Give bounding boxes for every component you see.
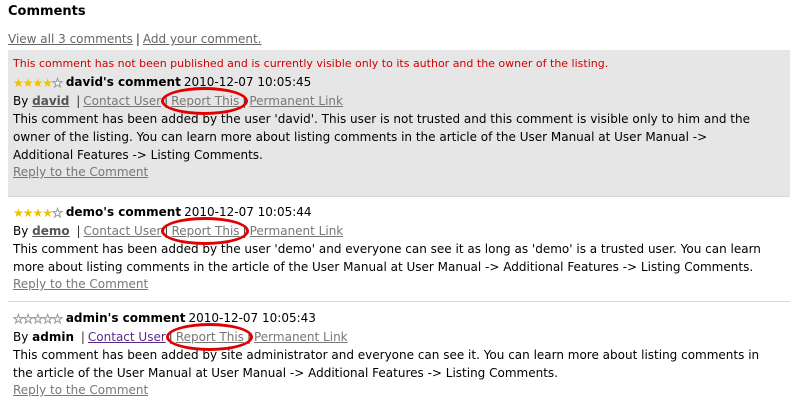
report-this-link[interactable]: Report This — [171, 224, 239, 238]
comment-title: david's comment — [65, 75, 181, 89]
comment-item: ★★★★★ admin's comment 2010-12-07 10:05:43 … — [8, 306, 790, 408]
star-empty-icon: ★ — [22, 311, 34, 326]
author-link[interactable]: david — [32, 94, 69, 108]
by-label: By — [13, 224, 29, 238]
star-empty-icon: ★ — [52, 311, 64, 326]
contact-user-link[interactable]: Contact User — [88, 330, 166, 344]
comment-body: This comment has been added by site admi… — [13, 348, 760, 380]
contact-user-link[interactable]: Contact User — [84, 224, 162, 238]
view-all-comments-link[interactable]: View all 3 comments — [8, 32, 133, 46]
star-filled-icon: ★ — [13, 205, 24, 220]
rating-stars: ★★★★★ — [13, 73, 64, 93]
comment-date: 2010-12-07 10:05:44 — [184, 205, 312, 219]
star-empty-icon: ★ — [32, 311, 44, 326]
by-label: By — [13, 330, 29, 344]
separator: | — [168, 330, 173, 344]
star-empty-icon: ★ — [52, 75, 64, 90]
unpublished-notice: This comment has not been published and … — [13, 57, 609, 70]
comment-item: ★★★★★ demo's comment 2010-12-07 10:05:44 B… — [8, 199, 790, 302]
comment-body: This comment has been added by the user … — [13, 112, 750, 162]
permanent-link[interactable]: Permanent Link — [249, 94, 343, 108]
star-filled-icon: ★ — [32, 75, 44, 90]
separator: | — [76, 94, 81, 108]
page-title: Comments — [8, 4, 86, 19]
comment-item: This comment has not been published and … — [8, 50, 790, 197]
star-filled-icon: ★ — [13, 75, 24, 90]
star-empty-icon: ★ — [42, 311, 54, 326]
by-label: By — [13, 94, 29, 108]
rating-stars: ★★★★★ — [13, 203, 64, 223]
star-empty-icon: ★ — [13, 311, 25, 326]
author-name: admin — [32, 330, 75, 344]
star-filled-icon: ★ — [42, 75, 53, 90]
separator: | — [242, 224, 247, 238]
star-filled-icon: ★ — [32, 205, 44, 220]
comment-body: This comment has been added by the user … — [13, 242, 761, 274]
permanent-link[interactable]: Permanent Link — [254, 330, 348, 344]
rating-stars: ★★★★★ — [13, 309, 64, 329]
comment-date: 2010-12-07 10:05:45 — [183, 75, 312, 89]
contact-user-link[interactable]: Contact User — [83, 94, 161, 108]
permanent-link[interactable]: Permanent Link — [250, 224, 344, 238]
comment-date: 2010-12-07 10:05:43 — [188, 311, 316, 325]
comment-byline: By admin | Contact User | Report This | Perma… — [13, 323, 790, 351]
reply-link[interactable]: Reply to the Comment — [13, 164, 148, 180]
separator: | — [80, 330, 85, 344]
separator: | — [242, 94, 247, 108]
separator: | — [164, 224, 169, 238]
reply-link[interactable]: Reply to the Comment — [13, 382, 148, 398]
comment-title: admin's comment — [65, 311, 186, 325]
star-filled-icon: ★ — [22, 205, 34, 220]
comment-byline: By david | Contact User | Report This | Perma… — [13, 87, 790, 115]
star-filled-icon: ★ — [22, 75, 34, 90]
separator: | — [246, 330, 251, 344]
reply-link[interactable]: Reply to the Comment — [13, 276, 148, 292]
comment-title: demo's comment — [65, 205, 182, 219]
star-empty-icon: ★ — [52, 205, 64, 220]
report-this-link[interactable]: Report This — [176, 330, 244, 344]
comment-header: ★★★★★ admin's comment 2010-12-07 10:05:43 — [13, 308, 790, 328]
add-comment-link[interactable]: Add your comment. — [143, 32, 262, 46]
comment-byline: By demo | Contact User | Report This | Perman… — [13, 217, 790, 245]
comments-toolbar: View all 3 comments | Add your comment. — [8, 32, 262, 46]
separator: | — [135, 32, 140, 46]
author-link[interactable]: demo — [32, 224, 69, 238]
separator: | — [76, 224, 81, 238]
comment-header: ★★★★★ david's comment 2010-12-07 10:05:45 — [13, 72, 790, 92]
comment-header: ★★★★★ demo's comment 2010-12-07 10:05:44 — [13, 202, 790, 222]
star-filled-icon: ★ — [42, 205, 53, 220]
separator: | — [164, 94, 169, 108]
report-this-link[interactable]: Report This — [171, 94, 239, 108]
